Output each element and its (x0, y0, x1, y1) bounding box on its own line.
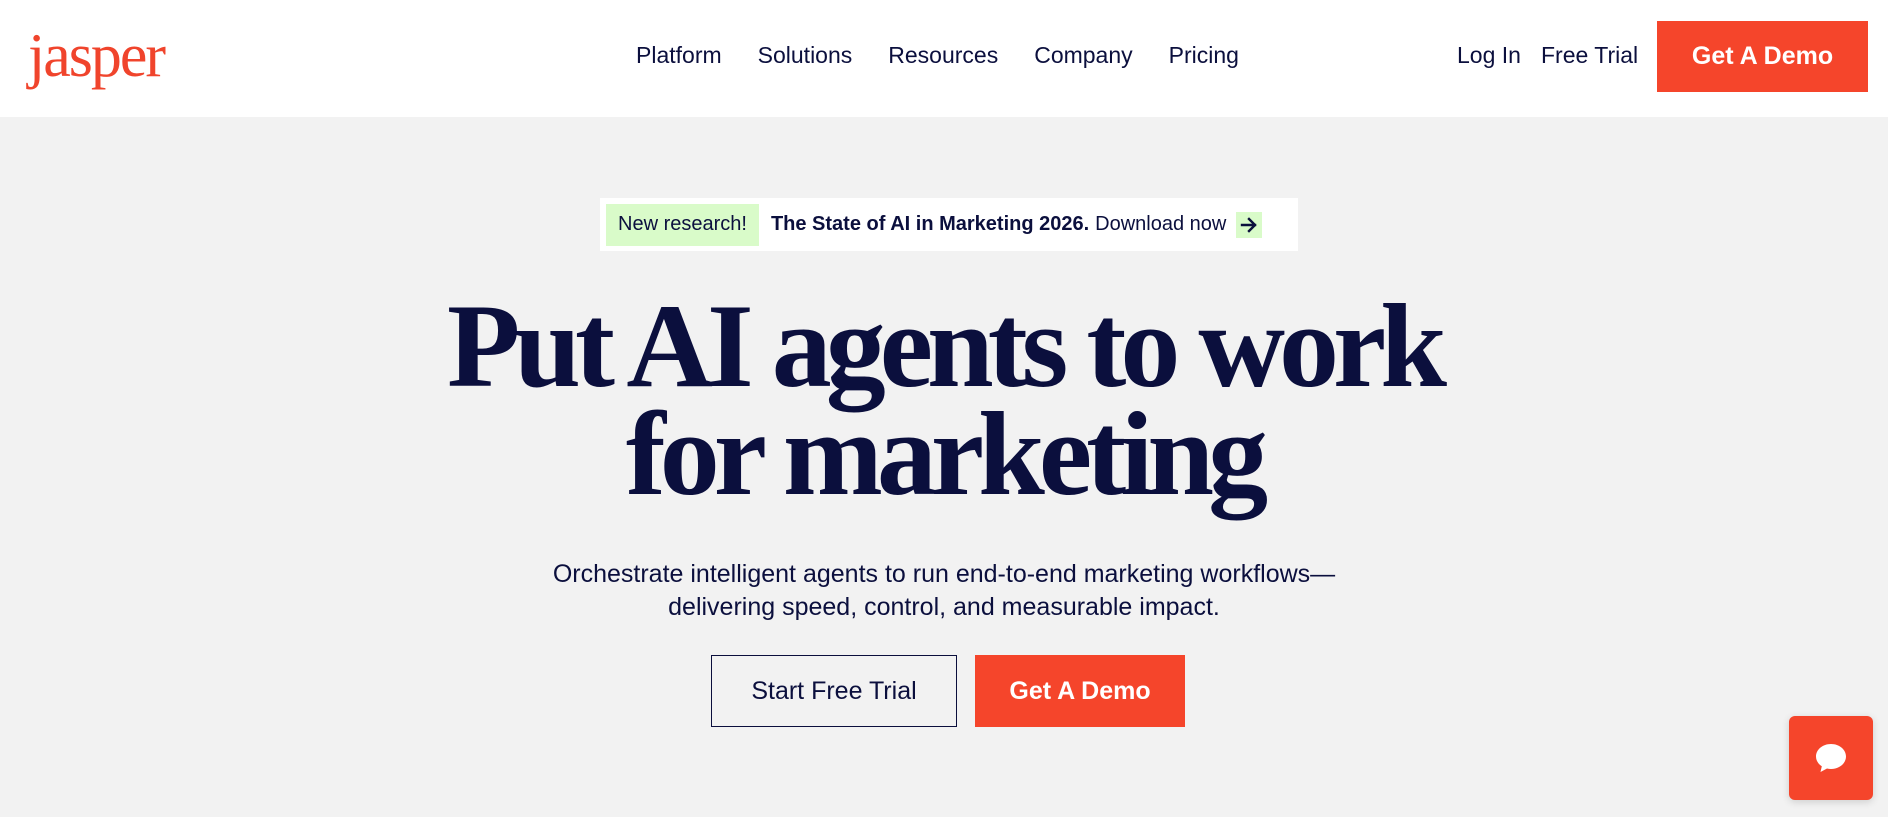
banner-badge: New research! (606, 203, 759, 246)
chat-launcher-button[interactable] (1789, 716, 1873, 800)
nav-item-solutions[interactable]: Solutions (758, 38, 853, 72)
arrow-right-icon (1236, 211, 1263, 238)
site-header: jasper Platform Solutions Resources Comp… (0, 0, 1888, 117)
chat-bubble-icon (1816, 744, 1846, 772)
free-trial-link[interactable]: Free Trial (1541, 38, 1638, 72)
banner-cta: Download now (1095, 213, 1227, 235)
nav-item-pricing[interactable]: Pricing (1169, 38, 1239, 72)
login-link[interactable]: Log In (1457, 38, 1521, 72)
main-nav: Platform Solutions Resources Company Pri… (636, 38, 1275, 72)
start-free-trial-button[interactable]: Start Free Trial (711, 655, 957, 727)
research-banner[interactable]: New research! The State of AI in Marketi… (600, 198, 1298, 251)
hero-subtitle-line-2: delivering speed, control, and measurabl… (668, 593, 1220, 621)
hero-subtitle-line-1: Orchestrate intelligent agents to run en… (552, 560, 1336, 588)
header-demo-button[interactable]: Get A Demo (1657, 21, 1868, 92)
hero-subtitle: Orchestrate intelligent agents to run en… (0, 558, 1888, 624)
hero-demo-button[interactable]: Get A Demo (975, 655, 1185, 727)
hero-title-line-2: for marketing (625, 387, 1268, 520)
nav-item-resources[interactable]: Resources (888, 38, 998, 72)
banner-title: The State of AI in Marketing 2026. (770, 213, 1090, 235)
nav-item-company[interactable]: Company (1034, 38, 1132, 72)
hero-title-line-1: Put AI agents to work (446, 279, 1447, 412)
hero-title: Put AI agents to work for marketing (0, 279, 1888, 520)
jasper-logo[interactable]: jasper (28, 16, 166, 96)
nav-item-platform[interactable]: Platform (636, 38, 722, 72)
